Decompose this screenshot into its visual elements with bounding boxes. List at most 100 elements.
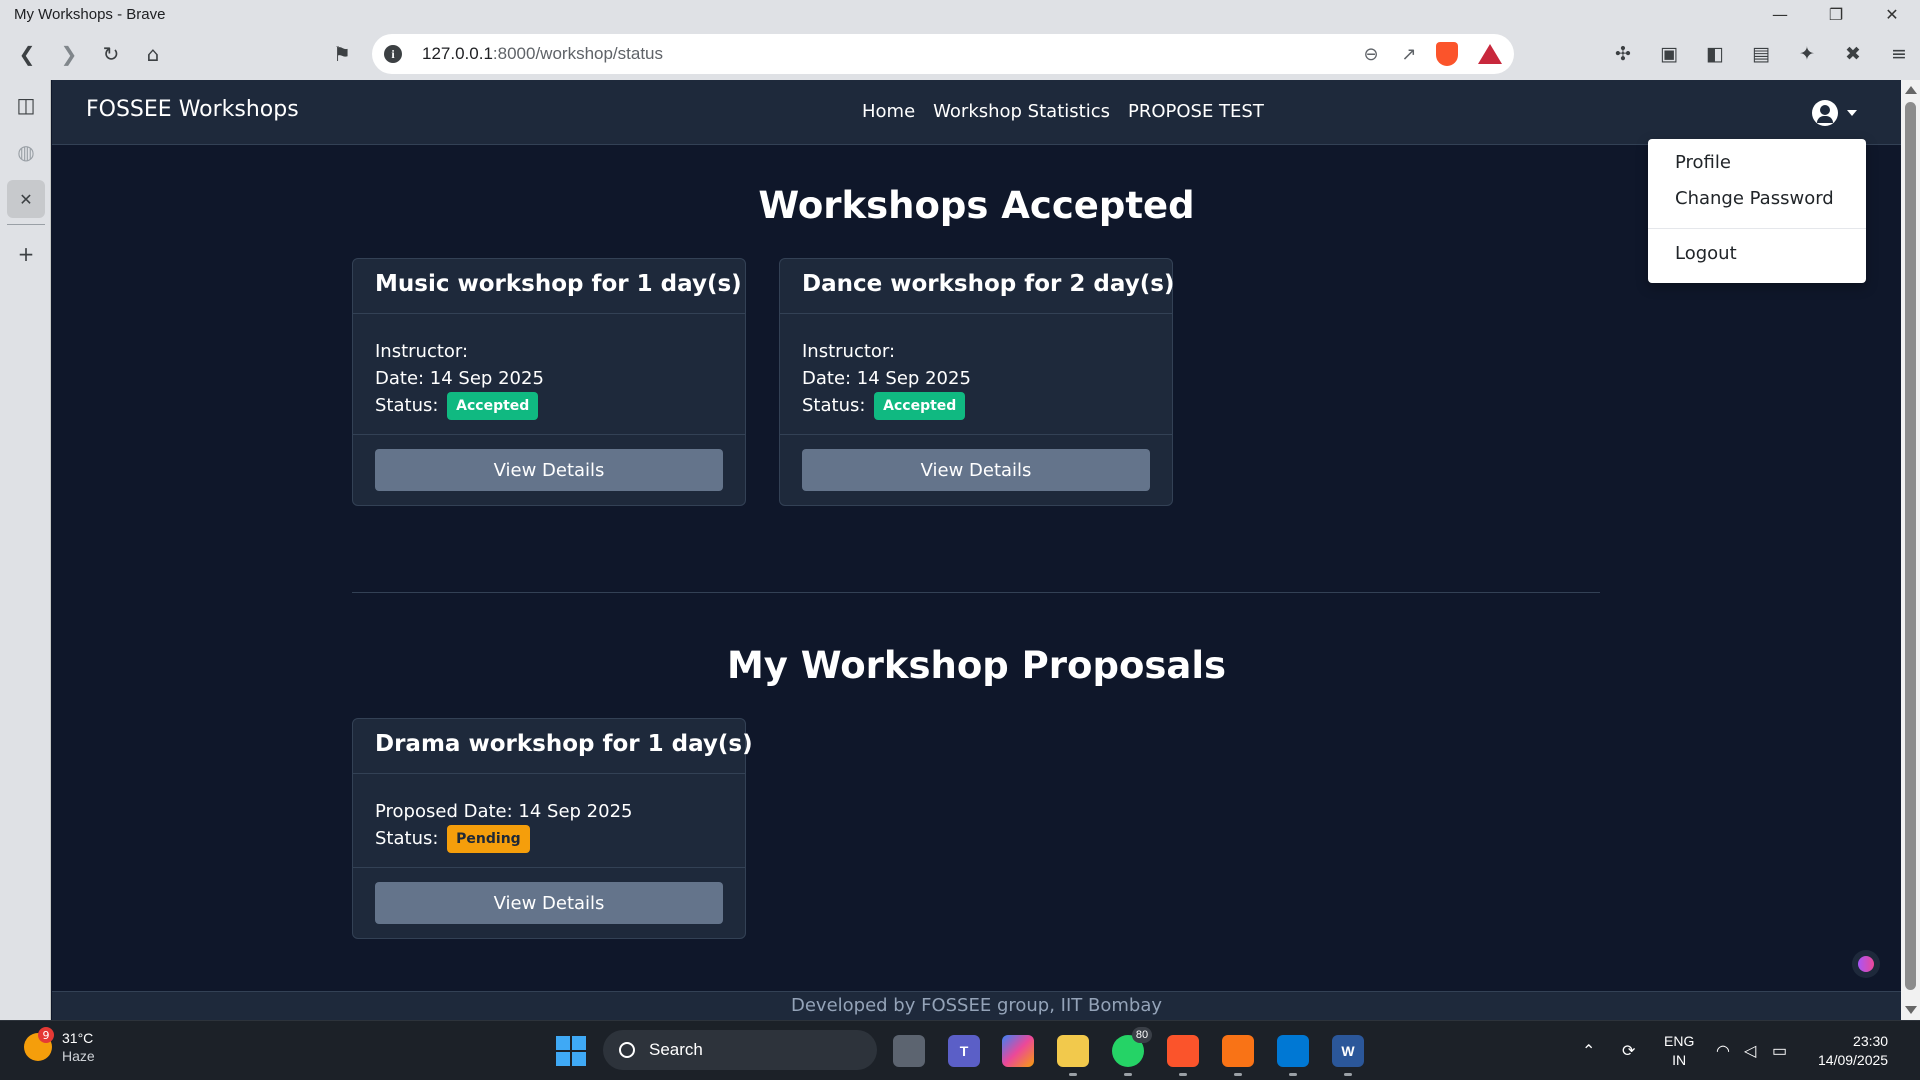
clock-time: 23:30 bbox=[1853, 1033, 1889, 1049]
back-icon[interactable]: ❮ bbox=[8, 35, 46, 73]
language-indicator[interactable]: ENG IN bbox=[1664, 1021, 1694, 1080]
wifi-icon[interactable]: ◠ bbox=[1716, 1021, 1730, 1080]
close-window-button[interactable]: ✕ bbox=[1864, 0, 1920, 28]
whatsapp-icon[interactable]: 80 bbox=[1112, 1027, 1152, 1076]
status-badge: Pending bbox=[447, 825, 530, 853]
card-header: Music workshop for 1 day(s) bbox=[353, 259, 745, 314]
word-icon[interactable]: W bbox=[1332, 1035, 1364, 1076]
view-details-button[interactable]: View Details bbox=[375, 449, 723, 491]
card-body: Instructor: Date: 14 Sep 2025 Status: Ac… bbox=[780, 314, 1172, 435]
lang-line2: IN bbox=[1672, 1052, 1687, 1068]
sidebar-icon[interactable]: ◧ bbox=[1694, 35, 1736, 73]
extensions-icon[interactable]: ✣ bbox=[1602, 35, 1644, 73]
brave-shields-icon[interactable] bbox=[1436, 42, 1458, 66]
sync-icon[interactable]: ⟳ bbox=[1622, 1021, 1635, 1080]
chevron-down-icon[interactable] bbox=[1847, 110, 1857, 116]
scroll-thumb[interactable] bbox=[1905, 102, 1916, 990]
brave-rewards-icon[interactable] bbox=[1478, 44, 1502, 64]
user-avatar-icon[interactable] bbox=[1812, 100, 1838, 126]
window-titlebar: My Workshops - Brave — ❐ ✕ bbox=[0, 0, 1920, 28]
sidepanel-toggle-icon[interactable]: ◫ bbox=[7, 86, 45, 124]
nav-link-home[interactable]: Home bbox=[862, 101, 915, 122]
file-explorer-icon[interactable] bbox=[1057, 1035, 1089, 1076]
scroll-up-icon[interactable] bbox=[1905, 86, 1917, 94]
sidepanel-divider bbox=[7, 224, 45, 225]
status-label: Status: bbox=[375, 395, 439, 416]
battery-icon[interactable]: ▭ bbox=[1772, 1021, 1787, 1080]
view-details-button[interactable]: View Details bbox=[375, 882, 723, 924]
reader-icon[interactable]: ▣ bbox=[1648, 35, 1690, 73]
start-icon[interactable] bbox=[556, 1036, 586, 1066]
card-footer: View Details bbox=[353, 435, 745, 505]
share-icon[interactable]: ↗ bbox=[1390, 44, 1428, 65]
nav-links: Home Workshop Statistics PROPOSE TEST bbox=[862, 101, 1264, 122]
restore-button[interactable]: ❐ bbox=[1808, 0, 1864, 28]
close-panel-icon[interactable]: ✕ bbox=[7, 180, 45, 218]
brave-beta-icon[interactable] bbox=[1222, 1035, 1254, 1076]
weather-temp: 31°C bbox=[62, 1030, 94, 1046]
menu-item-logout[interactable]: Logout bbox=[1675, 243, 1737, 264]
workshop-date: Date: 14 Sep 2025 bbox=[375, 368, 544, 389]
browser-toolbar: ❮ ❯ ↻ ⌂ ⚑ i 127.0.0.1:8000/workshop/stat… bbox=[0, 28, 1920, 80]
page-footer: Developed by FOSSEE group, IIT Bombay bbox=[52, 991, 1901, 1020]
copilot-icon[interactable] bbox=[1002, 1035, 1034, 1067]
weather-badge: 9 bbox=[38, 1027, 54, 1043]
workshop-card: Dance workshop for 2 day(s) Instructor: … bbox=[779, 258, 1175, 506]
whatsapp-badge: 80 bbox=[1132, 1027, 1152, 1043]
accepted-heading: Workshops Accepted bbox=[758, 184, 1195, 227]
card-header: Drama workshop for 1 day(s) bbox=[353, 719, 753, 774]
globe-icon[interactable]: ◍ bbox=[7, 133, 45, 171]
taskbar-search[interactable]: Search bbox=[603, 1030, 877, 1070]
forward-icon[interactable]: ❯ bbox=[50, 35, 88, 73]
vpn-icon[interactable]: ✖ bbox=[1832, 35, 1874, 73]
search-icon bbox=[619, 1042, 635, 1058]
status-line: Status: Pending bbox=[375, 825, 723, 853]
minimize-button[interactable]: — bbox=[1752, 0, 1808, 28]
menu-icon[interactable]: ≡ bbox=[1878, 35, 1920, 73]
add-panel-icon[interactable]: + bbox=[7, 235, 45, 273]
zoom-icon[interactable]: ⊖ bbox=[1352, 44, 1390, 65]
status-line: Status: Accepted bbox=[375, 392, 723, 420]
proposed-date: Proposed Date: 14 Sep 2025 bbox=[375, 801, 633, 822]
card-body: Proposed Date: 14 Sep 2025 Status: Pendi… bbox=[353, 774, 745, 868]
wallet-icon[interactable]: ▤ bbox=[1740, 35, 1782, 73]
instructor-label: Instructor: bbox=[802, 341, 896, 362]
proposal-card: Drama workshop for 1 day(s) Proposed Dat… bbox=[352, 718, 753, 939]
vscode-icon[interactable] bbox=[1277, 1035, 1309, 1076]
brave-icon[interactable] bbox=[1167, 1035, 1199, 1076]
site-info-icon[interactable]: i bbox=[384, 45, 402, 63]
volume-icon[interactable]: ◁ bbox=[1744, 1021, 1756, 1080]
url-path: :8000/workshop/status bbox=[492, 44, 664, 63]
section-divider bbox=[352, 592, 1600, 593]
weather-widget[interactable]: 9 31°C Haze bbox=[24, 1027, 95, 1065]
reload-icon[interactable]: ↻ bbox=[92, 35, 130, 73]
url-text[interactable]: 127.0.0.1:8000/workshop/status bbox=[422, 44, 1352, 64]
clock-date: 14/09/2025 bbox=[1818, 1052, 1889, 1068]
teams-icon[interactable]: T bbox=[948, 1035, 980, 1067]
site-brand[interactable]: FOSSEE Workshops bbox=[86, 97, 299, 122]
status-line: Status: Accepted bbox=[802, 392, 1150, 420]
search-label: Search bbox=[649, 1040, 703, 1059]
bookmark-icon[interactable]: ⚑ bbox=[323, 35, 361, 73]
nav-link-statistics[interactable]: Workshop Statistics bbox=[933, 101, 1110, 122]
nav-link-propose-test[interactable]: PROPOSE TEST bbox=[1128, 101, 1264, 122]
tray-overflow-icon[interactable]: ⌃ bbox=[1582, 1021, 1595, 1080]
workshop-card: Music workshop for 1 day(s) Instructor: … bbox=[352, 258, 746, 506]
menu-item-profile[interactable]: Profile bbox=[1675, 152, 1731, 173]
view-details-button[interactable]: View Details bbox=[802, 449, 1150, 491]
home-icon[interactable]: ⌂ bbox=[134, 35, 172, 73]
clock[interactable]: 23:30 14/09/2025 bbox=[1818, 1021, 1888, 1080]
weather-icon: 9 bbox=[24, 1027, 54, 1061]
status-label: Status: bbox=[802, 395, 866, 416]
card-title: Dance workshop for 2 day(s) bbox=[802, 271, 1175, 297]
assistant-icon[interactable] bbox=[1852, 950, 1880, 978]
task-view-icon[interactable] bbox=[893, 1035, 925, 1067]
status-label: Status: bbox=[375, 828, 439, 849]
proposals-heading: My Workshop Proposals bbox=[726, 644, 1227, 687]
scroll-down-icon[interactable] bbox=[1905, 1006, 1917, 1014]
card-header: Dance workshop for 2 day(s) bbox=[780, 259, 1175, 314]
leo-ai-icon[interactable]: ✦ bbox=[1786, 35, 1828, 73]
page-scrollbar[interactable] bbox=[1901, 80, 1920, 1020]
url-host: 127.0.0.1 bbox=[422, 44, 493, 63]
address-bar[interactable]: i 127.0.0.1:8000/workshop/status ⊖ ↗ bbox=[372, 34, 1514, 74]
